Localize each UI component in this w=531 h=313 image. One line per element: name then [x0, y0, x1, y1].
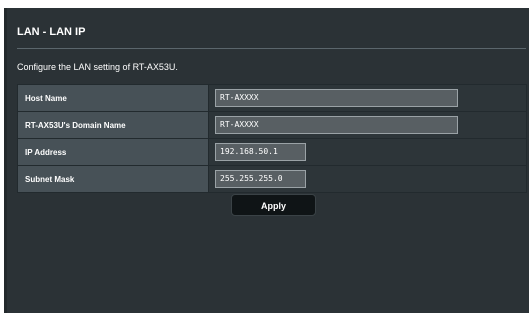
- ip-address-input[interactable]: 192.168.50.1: [215, 143, 306, 161]
- table-row-ip-address: IP Address 192.168.50.1: [17, 138, 527, 166]
- ip-address-label: IP Address: [17, 138, 209, 166]
- host-name-input[interactable]: RT-AXXXX: [215, 89, 458, 107]
- apply-button[interactable]: Apply: [231, 194, 316, 216]
- lan-settings-table: Host Name RT-AXXXX RT-AX53U's Domain Nam…: [17, 84, 527, 193]
- table-row-domain-name: RT-AX53U's Domain Name RT-AXXXX: [17, 111, 527, 139]
- subnet-mask-label: Subnet Mask: [17, 165, 209, 193]
- title-divider: [17, 48, 526, 49]
- host-name-label: Host Name: [17, 84, 209, 112]
- table-row-host-name: Host Name RT-AXXXX: [17, 84, 527, 112]
- panel-title: LAN - LAN IP: [17, 26, 86, 38]
- subnet-mask-input[interactable]: 255.255.255.0: [215, 170, 306, 188]
- domain-name-input[interactable]: RT-AXXXX: [215, 116, 458, 134]
- domain-name-label: RT-AX53U's Domain Name: [17, 111, 209, 139]
- table-row-subnet-mask: Subnet Mask 255.255.255.0: [17, 165, 527, 193]
- panel-description: Configure the LAN setting of RT-AX53U.: [17, 62, 178, 72]
- lan-ip-settings-panel: LAN - LAN IP Configure the LAN setting o…: [4, 8, 529, 313]
